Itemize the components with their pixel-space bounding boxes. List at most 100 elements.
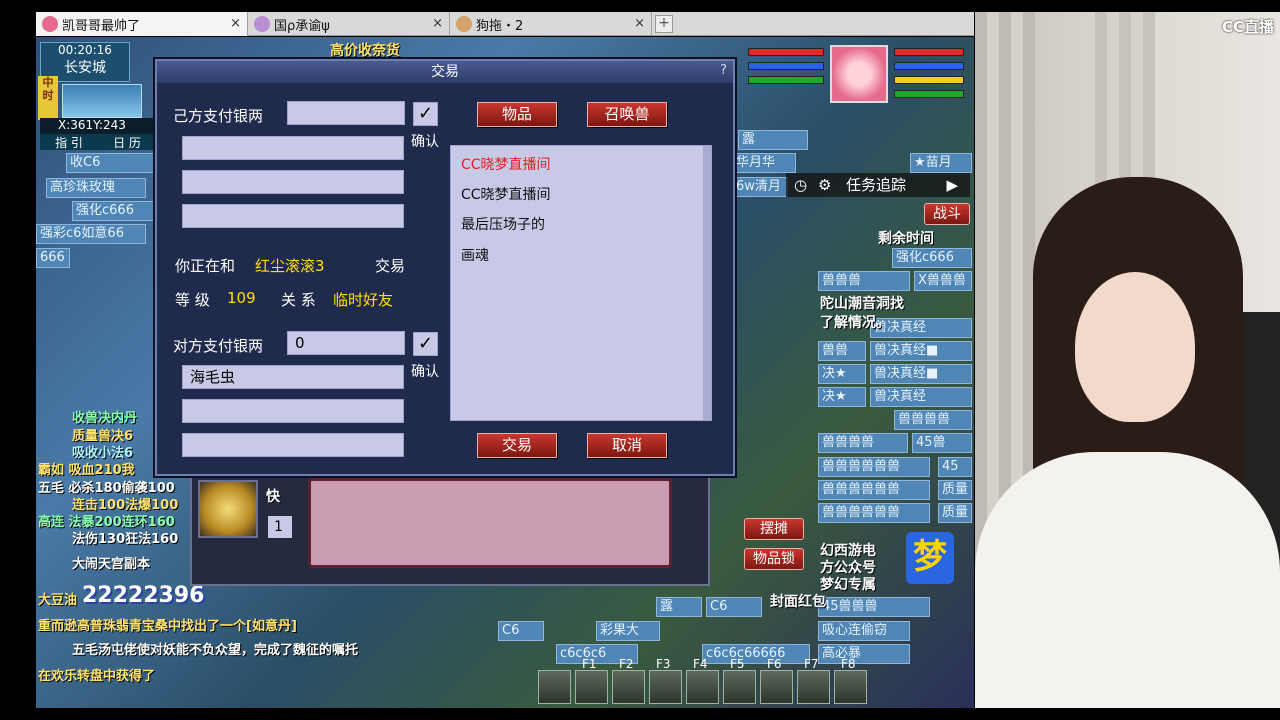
player-tag[interactable]: c6c6c66666 [702, 644, 810, 664]
player-tag[interactable]: 决★ [818, 364, 866, 384]
system-message: 重而逊高普珠翡青宝桑中找出了一个[如意丹] [38, 619, 297, 634]
hotkey-slot[interactable]: F5 [723, 657, 756, 704]
player-tag[interactable]: 45兽兽兽 [818, 597, 930, 617]
my-item-slot-3[interactable] [182, 204, 404, 228]
player-tag[interactable]: ★苗月 [910, 153, 972, 173]
player-tag[interactable]: 兽兽兽兽 [818, 433, 908, 453]
list-scrollbar[interactable] [703, 146, 711, 420]
quantity-field[interactable]: 1 [268, 516, 292, 538]
hotkey-label: F5 [730, 657, 745, 671]
player-tag[interactable]: 质量 [938, 480, 972, 500]
item-wings-icon[interactable] [198, 480, 258, 538]
pet-hp-bar [748, 48, 824, 56]
task-tracker[interactable]: 任务追踪 ◷ ⚙ ▶ [786, 173, 970, 197]
item-lock-button[interactable]: 物品锁 [744, 548, 804, 570]
clock-icon: ◷ [794, 176, 808, 194]
trade-button[interactable]: 交易 [477, 433, 557, 458]
system-message: 五毛汤屯佬使对妖能不负众望，完成了魏征的嘱托 [72, 643, 359, 658]
player-tag[interactable]: 兽决真经 [870, 387, 972, 407]
hotkey-label: F6 [767, 657, 782, 671]
player-tag[interactable]: 决★ [818, 387, 866, 407]
hud-menu: 指 引 日 历 [40, 134, 156, 150]
player-tag[interactable]: 高必暴 [818, 644, 910, 664]
guide-button[interactable]: 指 引 [55, 134, 83, 150]
player-tag[interactable]: 高珍珠玫瑰 [46, 178, 146, 198]
play-icon[interactable]: ▶ [946, 173, 958, 197]
list-item[interactable]: 画魂 [461, 245, 489, 265]
character-portrait[interactable] [830, 45, 888, 103]
tab-game-3[interactable]: 狗拖・2 × [450, 12, 652, 36]
gear-icon[interactable]: ⚙ [818, 173, 831, 197]
pet-mp-bar [748, 62, 824, 70]
minimap[interactable] [62, 84, 142, 118]
player-tag[interactable]: 强彩c6如意66 [36, 224, 146, 244]
player-tag[interactable]: 45 [938, 457, 972, 477]
items-tab-button[interactable]: 物品 [477, 102, 557, 127]
player-tag[interactable]: 兽兽兽兽 [894, 410, 972, 430]
player-tag[interactable]: 兽兽兽兽兽兽 [818, 480, 930, 500]
player-tag[interactable]: C6 [706, 597, 762, 617]
player-tag[interactable]: 45兽 [912, 433, 972, 453]
player-tag[interactable]: 质量 [938, 503, 972, 523]
close-icon[interactable]: × [230, 16, 241, 31]
my-silver-input[interactable] [287, 101, 405, 125]
trade-dialog-title: 交易 [157, 61, 733, 83]
my-item-slot-1[interactable] [182, 136, 404, 160]
their-item-slot-1[interactable]: 海毛虫 [182, 365, 404, 389]
cancel-button[interactable]: 取消 [587, 433, 667, 458]
player-tag[interactable]: 露 [738, 130, 808, 150]
player-tag[interactable]: 兽兽兽 [818, 271, 910, 291]
player-tag[interactable]: 6w清月 [732, 177, 788, 197]
close-icon[interactable]: × [432, 16, 443, 31]
player-tag[interactable]: 兽决真经■ [870, 364, 972, 384]
tab-title: 凯哥哥最帅了 [62, 18, 141, 34]
hotkey-slot[interactable]: F1 [575, 657, 608, 704]
relation-label: 关 系 [281, 291, 316, 309]
menghuan-logo-icon[interactable]: 梦 [906, 532, 954, 584]
quest-text: 陀山潮音洞找 [820, 296, 904, 312]
my-confirm-checkbox[interactable]: ✓ [413, 102, 438, 126]
hotkey-slot[interactable]: F7 [797, 657, 830, 704]
player-tag[interactable]: 兽兽 [818, 341, 866, 361]
task-tracker-label: 任务追踪 [846, 176, 907, 194]
player-tag[interactable]: X兽兽兽 [914, 271, 972, 291]
tab-game-2[interactable]: 国ρ承谕ψ × [248, 12, 450, 36]
calendar-button[interactable]: 日 历 [113, 134, 141, 150]
pet-exp-bar [748, 76, 824, 84]
hotkey-slot[interactable]: F6 [760, 657, 793, 704]
hotkey-slot[interactable]: F2 [612, 657, 645, 704]
my-item-slot-2[interactable] [182, 170, 404, 194]
list-item[interactable]: 最后压场子的 [461, 214, 545, 234]
hotkey-lock-icon[interactable] [538, 670, 571, 704]
streamer-camera: CC直播 [975, 12, 1280, 708]
player-tag[interactable]: 强化c666 [72, 201, 156, 221]
pets-tab-button[interactable]: 召唤兽 [587, 102, 667, 127]
tab-game-1[interactable]: 凯哥哥最帅了 × [36, 12, 248, 36]
player-tag[interactable]: 收C6 [66, 153, 156, 173]
hotkey-slot[interactable]: F3 [649, 657, 682, 704]
player-tag[interactable]: C6 [498, 621, 544, 641]
their-item-slot-3[interactable] [182, 433, 404, 457]
player-tag[interactable]: 彩果大 [596, 621, 660, 641]
player-tag[interactable]: 吸心连偷窃 [818, 621, 910, 641]
hotkey-slot[interactable]: F8 [834, 657, 867, 704]
player-tag[interactable]: 露 [656, 597, 702, 617]
player-tag[interactable]: 兽兽兽兽兽兽 [818, 503, 930, 523]
help-icon[interactable]: ? [720, 63, 727, 78]
hotkey-slot[interactable]: F4 [686, 657, 719, 704]
hotkey-label: F7 [804, 657, 819, 671]
trade-list[interactable]: CC晓梦直播间 CC晓梦直播间 最后压场子的 画魂 [450, 145, 712, 421]
player-tag[interactable]: 强化c666 [892, 248, 972, 268]
close-icon[interactable]: × [634, 16, 645, 31]
new-tab-button[interactable]: + [655, 15, 673, 33]
player-tag[interactable]: 兽决真经■ [870, 341, 972, 361]
battle-button[interactable]: 战斗 [924, 203, 970, 225]
player-tag[interactable]: 666 [36, 248, 70, 268]
their-item-slot-2[interactable] [182, 399, 404, 423]
player-tag[interactable]: 兽兽兽兽兽兽 [818, 457, 930, 477]
stall-button[interactable]: 摆摊 [744, 518, 804, 540]
player-tag[interactable]: 华月华 [732, 153, 796, 173]
list-item[interactable]: CC晓梦直播间 [461, 184, 551, 204]
ticker-text: 高价收奈货 [330, 43, 400, 59]
list-item[interactable]: CC晓梦直播间 [461, 154, 551, 174]
